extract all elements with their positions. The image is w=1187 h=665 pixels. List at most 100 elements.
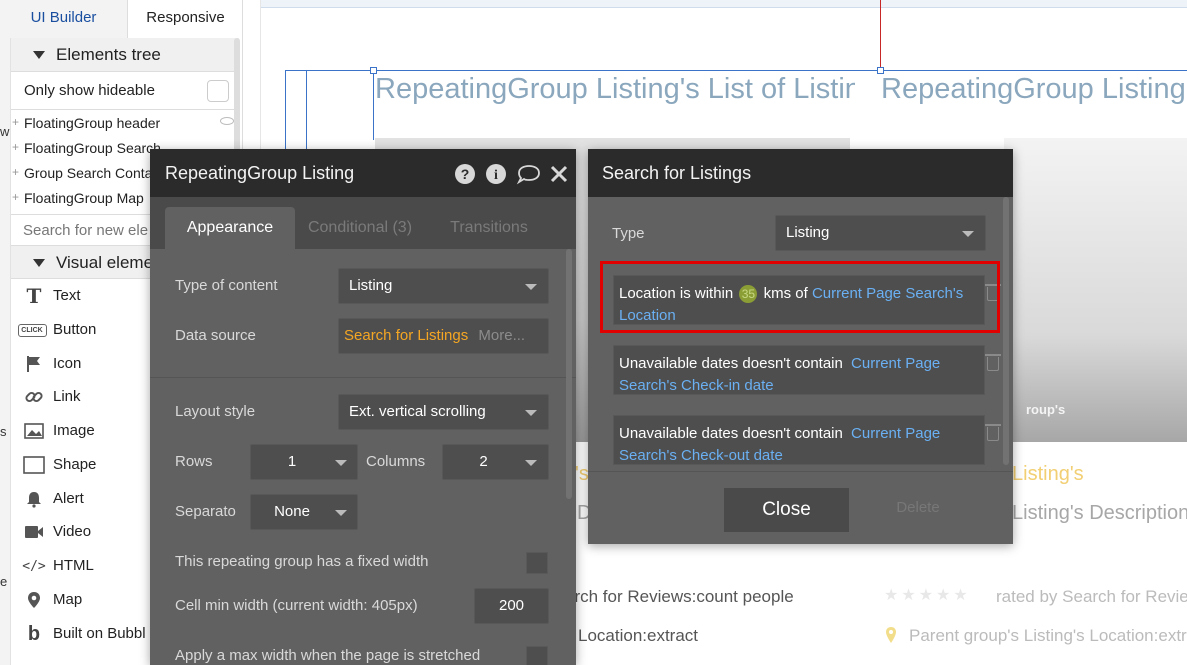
search-type-dropdown[interactable]: Listing xyxy=(775,215,986,251)
cell-min-width-label: Cell min width (current width: 405px) xyxy=(175,597,418,614)
svg-text:?: ? xyxy=(461,166,470,182)
gutter-text: e xyxy=(0,574,8,589)
collapse-triangle-icon xyxy=(33,259,45,267)
elements-tree-header[interactable]: Elements tree xyxy=(11,38,239,72)
separator-value: None xyxy=(274,503,310,520)
tree-item-label: FloatingGroup Search xyxy=(24,140,161,156)
help-icon[interactable]: ? xyxy=(454,163,476,185)
resize-handle[interactable] xyxy=(370,67,377,74)
data-source-more[interactable]: More... xyxy=(478,327,525,344)
layout-style-dropdown[interactable]: Ext. vertical scrolling xyxy=(338,394,549,430)
columns-label: Columns xyxy=(366,453,426,470)
section-divider xyxy=(150,377,576,378)
chevron-down-icon xyxy=(525,410,537,416)
rows-dropdown[interactable]: 1 xyxy=(250,444,358,480)
constraint-text: Unavailable dates doesn't contain xyxy=(619,425,843,442)
search-constraint[interactable]: Unavailable dates doesn't contain Curren… xyxy=(613,345,985,395)
delete-button[interactable]: Delete xyxy=(873,499,963,516)
bubble-icon: b xyxy=(27,622,41,645)
search-for-listings-popup: Search for Listings Type Listing Locatio… xyxy=(588,149,1013,544)
chevron-down-icon xyxy=(335,460,347,466)
search-popup-scrollbar[interactable] xyxy=(1003,197,1009,465)
max-width-checkbox[interactable] xyxy=(526,646,548,665)
reviews-count-left[interactable]: arch for Reviews:count people xyxy=(565,587,794,607)
button-icon-label: CLICK xyxy=(17,323,47,337)
property-editor-tabs: Appearance Conditional (3) Transitions xyxy=(150,197,576,249)
trash-icon[interactable] xyxy=(985,354,1001,371)
element-label: Alert xyxy=(53,490,84,507)
search-constraint[interactable]: Unavailable dates doesn't contain Curren… xyxy=(613,415,985,465)
location-text-left[interactable]: Location:extract xyxy=(578,626,698,646)
comment-icon[interactable] xyxy=(516,163,542,185)
gutter-text: s xyxy=(0,424,7,439)
info-icon[interactable]: i xyxy=(485,163,507,185)
search-type-value: Listing xyxy=(786,224,830,241)
visual-elements-title: Visual eleme xyxy=(56,253,154,272)
close-button[interactable]: Close xyxy=(724,488,849,532)
cell-min-width-value: 200 xyxy=(498,597,525,614)
shape-icon xyxy=(23,455,45,475)
text-icon: T xyxy=(26,284,42,308)
data-source-value[interactable]: Search for Listings xyxy=(344,327,468,344)
rating-stars[interactable]: ★★★★★ xyxy=(884,585,971,605)
property-editor-header[interactable]: RepeatingGroup Listing ? i xyxy=(150,149,576,197)
code-icon: </> xyxy=(22,558,46,574)
columns-dropdown[interactable]: 2 xyxy=(442,444,549,480)
location-text-right[interactable]: Parent group's Listing's Location:extrac xyxy=(909,626,1187,646)
tree-item-label: FloatingGroup header xyxy=(24,115,161,131)
video-icon xyxy=(23,522,45,542)
listing-title-right[interactable]: Listing's xyxy=(1012,463,1084,486)
chevron-down-icon xyxy=(525,284,537,290)
data-source-label: Data source xyxy=(175,327,256,344)
alignment-guide-line xyxy=(880,0,881,70)
elements-tree-title: Elements tree xyxy=(56,45,161,64)
expand-plus-icon[interactable]: + xyxy=(12,165,19,179)
tab-transitions[interactable]: Transitions xyxy=(448,207,530,249)
only-show-hideable-checkbox[interactable] xyxy=(207,80,229,102)
location-pin-icon xyxy=(886,627,896,643)
fixed-width-label: This repeating group has a fixed width xyxy=(175,553,429,570)
highlight-box xyxy=(600,261,1000,333)
flag-icon xyxy=(23,354,45,374)
footer-divider xyxy=(588,471,1013,472)
chevron-down-icon xyxy=(335,510,347,516)
max-width-label: Apply a max width when the page is stret… xyxy=(175,647,481,664)
map-pin-icon xyxy=(23,590,45,610)
element-label: Shape xyxy=(53,456,97,473)
resize-handle[interactable] xyxy=(877,67,884,74)
reviews-count-right[interactable]: rated by Search for Review xyxy=(996,587,1187,607)
element-label: Map xyxy=(53,591,83,608)
listing-title-left[interactable]: 's xyxy=(575,463,589,486)
type-of-content-value: Listing xyxy=(349,277,393,294)
cell-min-width-input[interactable]: 200 xyxy=(474,588,549,624)
svg-text:i: i xyxy=(494,168,498,183)
tab-appearance[interactable]: Appearance xyxy=(165,207,295,249)
trash-icon[interactable] xyxy=(985,424,1001,441)
property-editor-title: RepeatingGroup Listing xyxy=(165,163,355,183)
tab-conditional[interactable]: Conditional (3) xyxy=(305,207,415,249)
tab-ui-builder[interactable]: UI Builder xyxy=(0,0,128,38)
search-popup-header[interactable]: Search for Listings xyxy=(588,149,1013,197)
separator-dropdown[interactable]: None xyxy=(250,494,358,530)
eye-icon[interactable] xyxy=(220,117,234,125)
tab-responsive[interactable]: Responsive xyxy=(128,0,242,38)
tree-item[interactable]: + FloatingGroup header xyxy=(11,112,239,137)
gutter-text: w xyxy=(0,124,10,139)
selection-guide-line xyxy=(373,70,374,140)
element-label: Icon xyxy=(53,355,82,372)
canvas-header-strip xyxy=(260,0,1187,8)
expand-plus-icon[interactable]: + xyxy=(12,190,19,204)
close-icon[interactable] xyxy=(549,163,569,185)
listing-description-right[interactable]: Listing's Description xyxy=(1012,502,1187,525)
data-source-field[interactable]: Search for Listings More... xyxy=(338,318,549,354)
tree-item-label: FloatingGroup Map xyxy=(24,190,144,206)
expand-plus-icon[interactable]: + xyxy=(12,140,19,154)
expand-plus-icon[interactable]: + xyxy=(12,115,19,129)
element-label: HTML xyxy=(53,557,94,574)
image-icon xyxy=(23,421,45,441)
collapse-triangle-icon xyxy=(33,51,45,59)
property-editor-scrollbar[interactable] xyxy=(566,249,572,499)
type-of-content-dropdown[interactable]: Listing xyxy=(338,268,549,304)
fixed-width-checkbox[interactable] xyxy=(526,552,548,574)
left-panel-tabs: UI Builder Responsive xyxy=(0,0,242,38)
